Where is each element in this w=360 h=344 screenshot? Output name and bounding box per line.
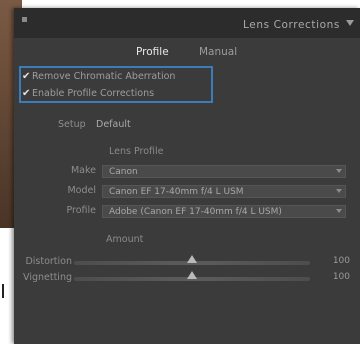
setup-label: Setup [58, 119, 86, 130]
amount-heading: Amount [106, 234, 144, 245]
profile-label: Profile [66, 205, 96, 216]
make-dropdown[interactable]: Canon [102, 165, 346, 178]
vignetting-value[interactable]: 100 [333, 272, 350, 282]
background-bracket-mark [2, 284, 12, 298]
distortion-value[interactable]: 100 [333, 256, 350, 266]
collapse-triangle-icon[interactable] [346, 20, 354, 26]
lens-profile-heading: Lens Profile [109, 146, 164, 157]
panel-grip-icon [22, 17, 27, 22]
checkbox-label: Enable Profile Corrections [32, 88, 155, 99]
remove-chromatic-aberration-checkbox[interactable]: ✔ Remove Chromatic Aberration [22, 71, 175, 85]
profile-dropdown[interactable]: Adobe (Canon EF 17-40mm f/4 L USM) [102, 205, 346, 218]
dropdown-caret-icon [336, 189, 342, 193]
dropdown-caret-icon [336, 209, 342, 213]
distortion-slider-thumb[interactable] [187, 255, 197, 263]
panel-header[interactable]: Lens Corrections [14, 8, 360, 38]
distortion-label: Distortion [25, 256, 72, 267]
tab-manual[interactable]: Manual [199, 46, 237, 58]
profile-value: Adobe (Canon EF 17-40mm f/4 L USM) [109, 207, 282, 217]
vignetting-label: Vignetting [23, 272, 72, 283]
model-label: Model [67, 185, 96, 196]
panel-title: Lens Corrections [243, 19, 340, 31]
dropdown-caret-icon [336, 169, 342, 173]
checkbox-label: Remove Chromatic Aberration [32, 71, 176, 82]
model-dropdown[interactable]: Canon EF 17-40mm f/4 L USM [102, 185, 346, 198]
checkmark-icon: ✔ [22, 71, 31, 82]
tab-profile[interactable]: Profile [136, 46, 169, 58]
tab-bar: Profile Manual [14, 46, 360, 64]
make-value: Canon [109, 167, 138, 177]
enable-profile-corrections-checkbox[interactable]: ✔ Enable Profile Corrections [22, 88, 154, 102]
vignetting-slider-thumb[interactable] [187, 271, 197, 279]
checkmark-icon: ✔ [22, 88, 31, 99]
lens-corrections-panel: Lens Corrections Profile Manual ✔ Remove … [14, 8, 360, 344]
make-label: Make [70, 165, 96, 176]
model-value: Canon EF 17-40mm f/4 L USM [109, 187, 244, 197]
setup-dropdown[interactable]: Default [96, 119, 131, 130]
